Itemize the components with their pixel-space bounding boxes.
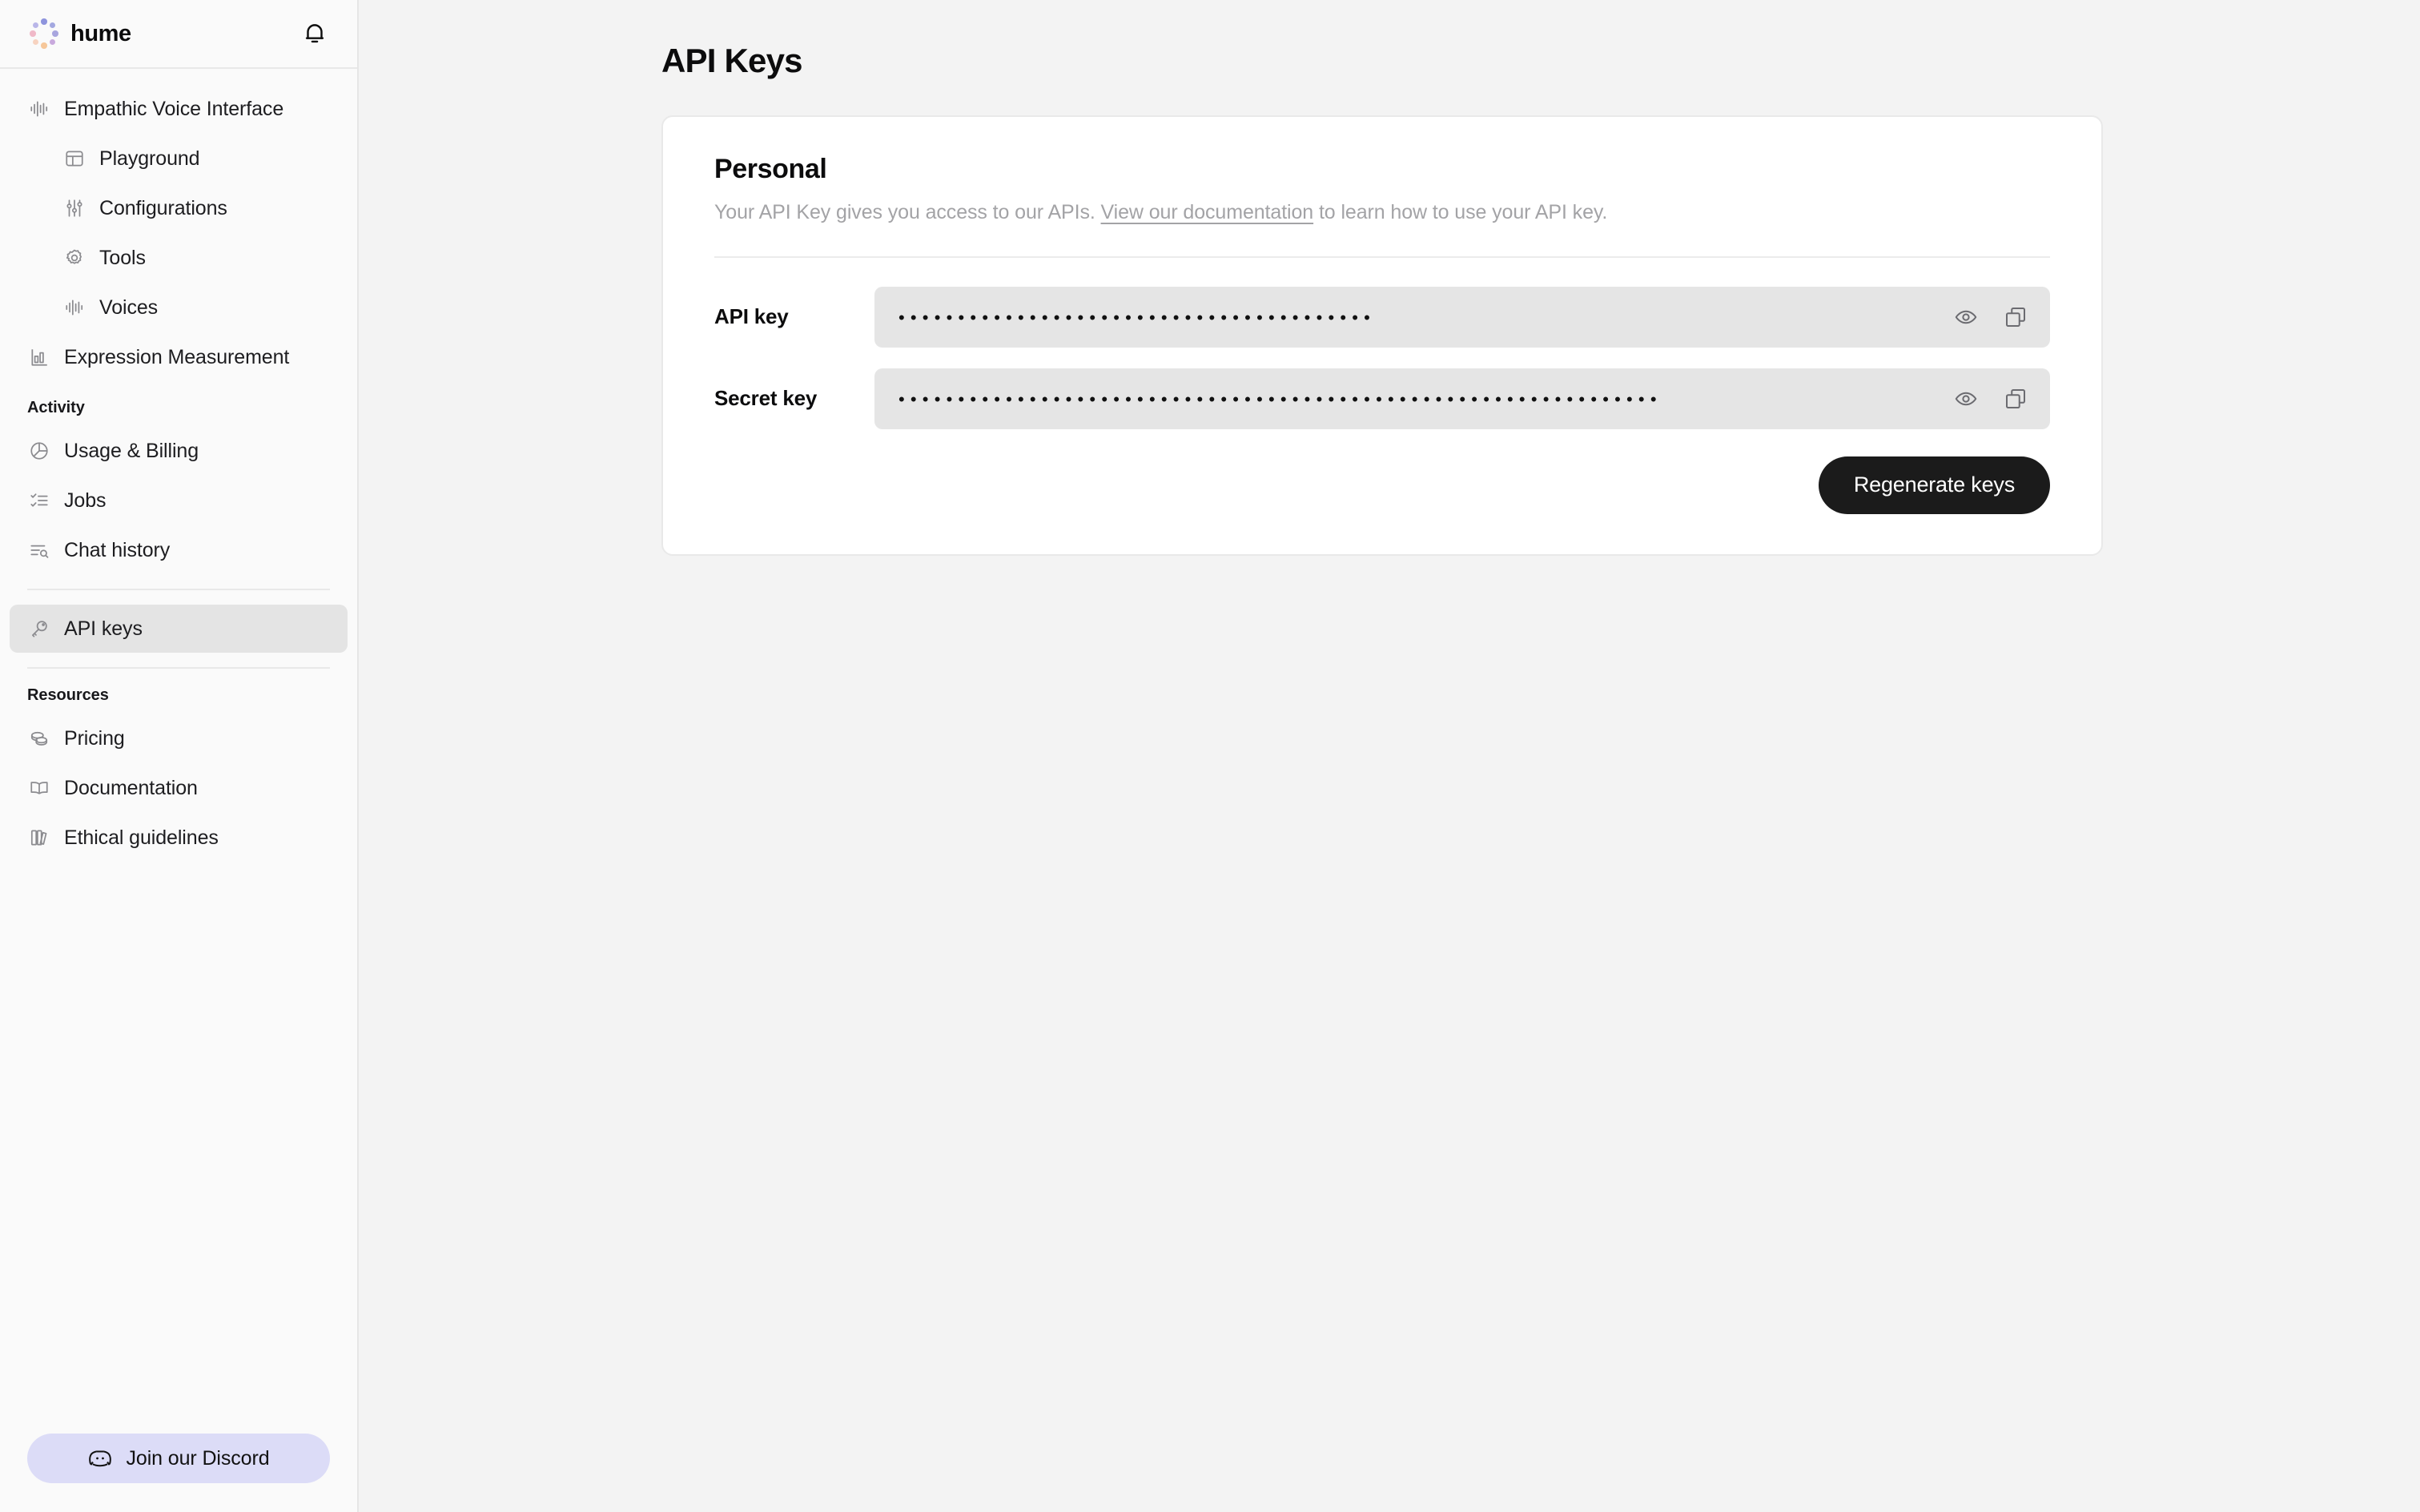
discord-icon — [87, 1446, 113, 1471]
sidebar-item-expression-measurement[interactable]: Expression Measurement — [10, 333, 348, 381]
sliders-icon — [62, 196, 86, 220]
sidebar-item-configurations[interactable]: Configurations — [10, 184, 348, 232]
secret-key-label: Secret key — [714, 386, 818, 410]
eye-icon[interactable] — [1952, 304, 1980, 331]
sidebar-item-label: Usage & Billing — [64, 439, 199, 462]
sidebar-item-documentation[interactable]: Documentation — [10, 764, 348, 812]
sidebar-nav: Empathic Voice Interface Playground Conf… — [0, 69, 357, 1434]
sidebar-item-label: Documentation — [64, 776, 198, 799]
key-icon — [27, 617, 51, 641]
regenerate-keys-button[interactable]: Regenerate keys — [1818, 456, 2050, 514]
api-key-masked-value: •••••••••••••••••••••••••••••••••••••••• — [898, 307, 1377, 327]
secret-key-masked-value: ••••••••••••••••••••••••••••••••••••••••… — [898, 388, 1662, 408]
sidebar-item-label: Empathic Voice Interface — [64, 97, 284, 120]
sidebar-item-label: Expression Measurement — [64, 345, 290, 368]
copy-icon[interactable] — [2002, 304, 2029, 331]
sidebar-item-usage-billing[interactable]: Usage & Billing — [10, 427, 348, 475]
app-root: hume Empathic Voice Interface Playground… — [0, 0, 2420, 1512]
brand[interactable]: hume — [27, 18, 131, 50]
api-key-row: API key ••••••••••••••••••••••••••••••••… — [714, 286, 2050, 348]
gear-icon — [62, 246, 86, 270]
sidebar-item-label: Chat history — [64, 538, 171, 561]
sidebar-item-label: Voices — [99, 296, 159, 319]
layout-icon — [62, 147, 86, 171]
card-description-prefix: Your API Key gives you access to our API… — [714, 201, 1101, 223]
books-icon — [27, 826, 51, 850]
list-search-icon — [27, 538, 51, 562]
sidebar-item-label: Pricing — [64, 726, 125, 750]
book-open-icon — [27, 776, 51, 800]
main-content: API Keys Personal Your API Key gives you… — [359, 0, 2420, 1512]
api-key-input[interactable]: •••••••••••••••••••••••••••••••••••••••• — [874, 286, 2050, 348]
sidebar-item-label: Ethical guidelines — [64, 826, 219, 849]
waveform-icon — [62, 296, 86, 320]
sidebar-item-label: Configurations — [99, 196, 227, 219]
secret-key-actions — [1938, 385, 2029, 412]
sidebar-footer: Join our Discord — [0, 1434, 357, 1512]
card-divider — [714, 255, 2050, 258]
view-documentation-link[interactable]: View our documentation — [1101, 201, 1314, 223]
card-actions: Regenerate keys — [714, 456, 2050, 514]
sidebar-item-voices[interactable]: Voices — [10, 284, 348, 332]
api-key-actions — [1938, 304, 2029, 331]
sidebar-item-playground[interactable]: Playground — [10, 135, 348, 183]
sidebar-item-jobs[interactable]: Jobs — [10, 477, 348, 525]
sidebar-item-empathic-voice-interface[interactable]: Empathic Voice Interface — [10, 85, 348, 133]
sidebar-item-chat-history[interactable]: Chat history — [10, 526, 348, 574]
personal-api-keys-card: Personal Your API Key gives you access t… — [661, 115, 2103, 556]
sidebar-item-label: API keys — [64, 617, 143, 640]
sidebar: hume Empathic Voice Interface Playground… — [0, 0, 359, 1512]
sidebar-item-label: Jobs — [64, 489, 107, 512]
card-title: Personal — [714, 154, 827, 184]
api-key-label: API key — [714, 304, 789, 328]
sidebar-item-label: Tools — [99, 246, 146, 269]
card-description: Your API Key gives you access to our API… — [714, 199, 2050, 226]
checklist-icon — [27, 489, 51, 513]
card-description-suffix: to learn how to use your API key. — [1313, 201, 1608, 223]
sidebar-header: hume — [0, 0, 357, 69]
sidebar-item-tools[interactable]: Tools — [10, 234, 348, 282]
sidebar-item-ethical-guidelines[interactable]: Ethical guidelines — [10, 814, 348, 862]
secret-key-row: Secret key •••••••••••••••••••••••••••••… — [714, 368, 2050, 429]
sidebar-divider — [27, 589, 330, 590]
join-discord-label: Join our Discord — [126, 1446, 270, 1470]
eye-icon[interactable] — [1952, 385, 1980, 412]
coins-icon — [27, 726, 51, 750]
sidebar-section-activity-title: Activity — [27, 399, 85, 416]
sidebar-item-api-keys[interactable]: API keys — [10, 605, 348, 653]
copy-icon[interactable] — [2002, 385, 2029, 412]
join-discord-button[interactable]: Join our Discord — [27, 1434, 330, 1483]
secret-key-input[interactable]: ••••••••••••••••••••••••••••••••••••••••… — [874, 368, 2050, 429]
brand-name: hume — [70, 20, 131, 46]
bell-icon[interactable] — [301, 20, 328, 47]
waveform-icon — [27, 97, 51, 121]
sidebar-item-pricing[interactable]: Pricing — [10, 714, 348, 762]
sidebar-section-resources-title: Resources — [27, 686, 109, 704]
pie-chart-icon — [27, 439, 51, 463]
sidebar-item-label: Playground — [99, 147, 200, 170]
bar-chart-icon — [27, 345, 51, 369]
page-title: API Keys — [661, 42, 803, 79]
hume-dots-logo-icon — [27, 18, 59, 50]
sidebar-divider — [27, 667, 330, 669]
